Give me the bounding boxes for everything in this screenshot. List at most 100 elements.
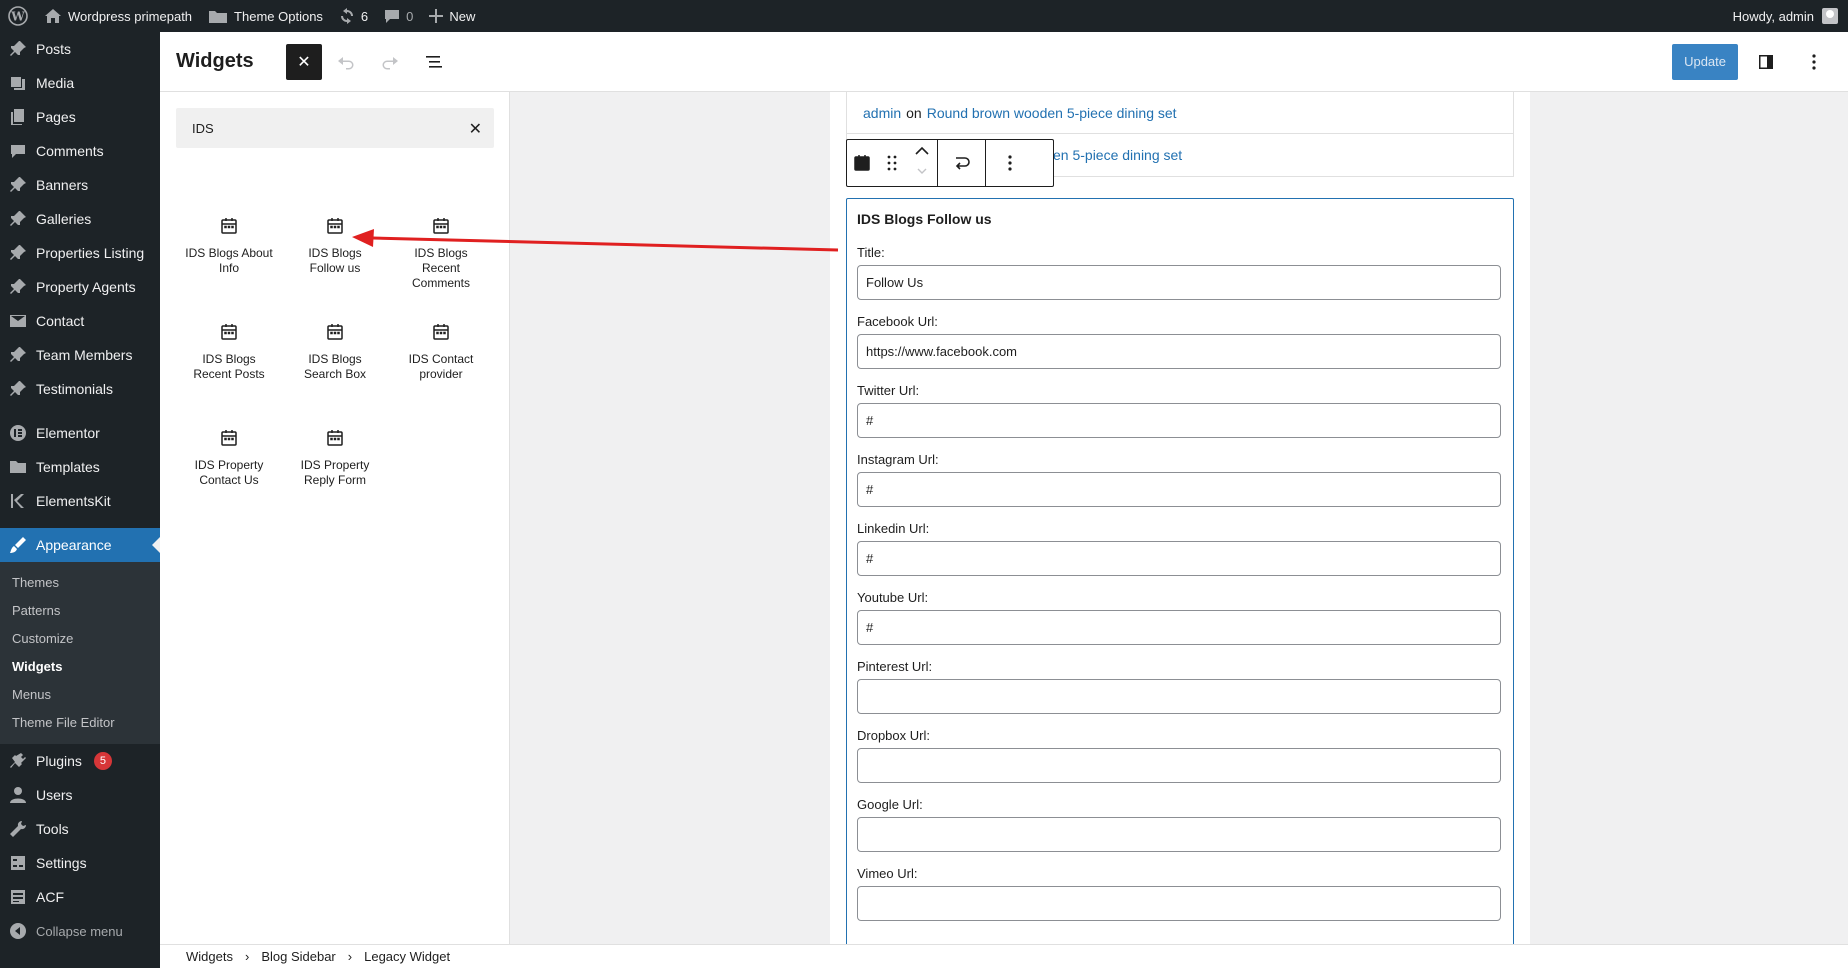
editor-header: Widgets ✕ Update: [160, 32, 1848, 92]
youtube-url-field[interactable]: [857, 610, 1501, 645]
comments-count: 0: [406, 8, 414, 24]
breadcrumb-item-legacy-widget[interactable]: Legacy Widget: [364, 949, 450, 964]
breadcrumb-item-widgets[interactable]: Widgets: [186, 949, 233, 964]
comments-link[interactable]: 0: [376, 0, 421, 32]
redo-button[interactable]: [370, 44, 410, 80]
pinterest-url-field[interactable]: [857, 679, 1501, 714]
block-ids-blogs-search-box[interactable]: IDS Blogs Search Box: [282, 322, 388, 428]
dropbox-url-field[interactable]: [857, 748, 1501, 783]
sidebar-item-label: Appearance: [36, 537, 112, 553]
block-label: IDS Contact provider: [408, 352, 474, 381]
move-down-button[interactable]: [914, 164, 930, 182]
block-toolbar: [846, 139, 1054, 187]
close-inserter-button[interactable]: ✕: [286, 43, 322, 80]
list-item: admin on Round brown wooden 5-piece dini…: [847, 92, 1513, 134]
admin-sidebar: Posts Media Pages Comments Banners Galle…: [0, 32, 160, 968]
sidebar-item-users[interactable]: Users: [0, 778, 160, 812]
clear-search-icon[interactable]: ✕: [469, 119, 482, 139]
sidebar-item-templates[interactable]: Templates: [0, 450, 160, 484]
title-field-label: Title:: [857, 245, 885, 260]
block-options-button[interactable]: [986, 140, 1034, 186]
widget-title: IDS Blogs Follow us: [857, 211, 992, 227]
block-type-button[interactable]: [847, 140, 877, 186]
appearance-submenu: Themes Patterns Customize Widgets Menus …: [0, 562, 160, 744]
site-name-link[interactable]: Wordpress primepath: [36, 0, 200, 32]
list-view-button[interactable]: [414, 44, 454, 80]
sidebar-item-testimonials[interactable]: Testimonials: [0, 372, 160, 406]
my-account[interactable]: Howdy, admin: [1733, 8, 1848, 24]
submenu-themes[interactable]: Themes: [0, 569, 160, 597]
block-ids-property-reply-form[interactable]: IDS Property Reply Form: [282, 428, 388, 534]
sidebar-item-team-members[interactable]: Team Members: [0, 338, 160, 372]
sidebar-item-acf[interactable]: ACF: [0, 880, 160, 914]
transform-button[interactable]: [938, 140, 985, 186]
linkedin-url-field[interactable]: [857, 541, 1501, 576]
menu-separator: [0, 406, 160, 416]
submenu-customize[interactable]: Customize: [0, 625, 160, 653]
sidebar-item-settings[interactable]: Settings: [0, 846, 160, 880]
options-menu-button[interactable]: [1794, 44, 1834, 80]
submenu-menus[interactable]: Menus: [0, 681, 160, 709]
twitter-url-field[interactable]: [857, 403, 1501, 438]
block-ids-blogs-recent-comments[interactable]: IDS Blogs Recent Comments: [388, 216, 494, 322]
block-ids-property-contact-us[interactable]: IDS Property Contact Us: [176, 428, 282, 534]
submenu-widgets[interactable]: Widgets: [0, 653, 160, 681]
drag-handle[interactable]: [877, 140, 907, 186]
sidebar-item-tools[interactable]: Tools: [0, 812, 160, 846]
block-search-input[interactable]: IDS ✕: [176, 108, 494, 148]
sidebar-item-label: Tools: [36, 821, 69, 837]
sidebar-item-label: Team Members: [36, 347, 133, 363]
update-button[interactable]: Update: [1672, 43, 1738, 80]
sidebar-item-elementskit[interactable]: ElementsKit: [0, 484, 160, 518]
sidebar-item-contact[interactable]: Contact: [0, 304, 160, 338]
sidebar-item-banners[interactable]: Banners: [0, 168, 160, 202]
more-vertical-icon: [1008, 155, 1012, 171]
settings-icon: [8, 853, 28, 873]
chevron-up-icon: [915, 146, 929, 155]
sidebar-item-comments[interactable]: Comments: [0, 134, 160, 168]
elementor-icon: [8, 423, 28, 443]
sidebar-item-appearance[interactable]: Appearance: [0, 528, 160, 562]
comment-icon: [385, 10, 400, 23]
sidebar-item-property-agents[interactable]: Property Agents: [0, 270, 160, 304]
block-ids-blogs-follow-us[interactable]: IDS Blogs Follow us: [282, 216, 388, 322]
submenu-theme-file-editor[interactable]: Theme File Editor: [0, 709, 160, 737]
breadcrumb-item-blog-sidebar[interactable]: Blog Sidebar: [261, 949, 335, 964]
linkedin-url-label: Linkedin Url:: [857, 521, 930, 536]
facebook-url-field[interactable]: [857, 334, 1501, 369]
undo-button[interactable]: [326, 44, 366, 80]
comment-post-link[interactable]: Round brown wooden 5-piece dining set: [927, 105, 1177, 121]
comment-icon: [8, 141, 28, 161]
block-ids-blogs-recent-posts[interactable]: IDS Blogs Recent Posts: [176, 322, 282, 428]
updates-link[interactable]: 6: [331, 0, 376, 32]
vimeo-url-label: Vimeo Url:: [857, 866, 918, 881]
transform-icon: [955, 157, 970, 170]
block-ids-contact-provider[interactable]: IDS Contact provider: [388, 322, 494, 428]
sidebar-item-properties-listing[interactable]: Properties Listing: [0, 236, 160, 270]
sidebar-item-label: ACF: [36, 889, 64, 905]
wordpress-logo-icon[interactable]: W: [0, 0, 36, 32]
block-ids-blogs-about-info[interactable]: IDS Blogs About Info: [176, 216, 282, 322]
comment-author-link[interactable]: admin: [863, 105, 901, 121]
sidebar-item-galleries[interactable]: Galleries: [0, 202, 160, 236]
sidebar-item-pages[interactable]: Pages: [0, 100, 160, 134]
sidebar-item-elementor[interactable]: Elementor: [0, 416, 160, 450]
theme-options-link[interactable]: Theme Options: [200, 0, 331, 32]
sidebar-item-posts[interactable]: Posts: [0, 32, 160, 66]
sidebar-item-plugins[interactable]: Plugins 5: [0, 744, 160, 778]
plugins-update-badge: 5: [93, 752, 112, 770]
more-vertical-icon: [1812, 53, 1816, 70]
new-content-link[interactable]: New: [421, 0, 483, 32]
comment-post-link[interactable]: en 5-piece dining set: [1053, 147, 1182, 163]
settings-sidebar-toggle[interactable]: [1746, 44, 1786, 80]
vimeo-url-field[interactable]: [857, 886, 1501, 921]
youtube-url-label: Youtube Url:: [857, 590, 929, 605]
sidebar-item-media[interactable]: Media: [0, 66, 160, 100]
move-up-button[interactable]: [914, 145, 930, 164]
title-field[interactable]: [857, 265, 1501, 300]
submenu-patterns[interactable]: Patterns: [0, 597, 160, 625]
instagram-url-field[interactable]: [857, 472, 1501, 507]
pin-icon: [8, 345, 28, 365]
google-url-field[interactable]: [857, 817, 1501, 852]
collapse-menu-button[interactable]: Collapse menu: [0, 914, 160, 948]
